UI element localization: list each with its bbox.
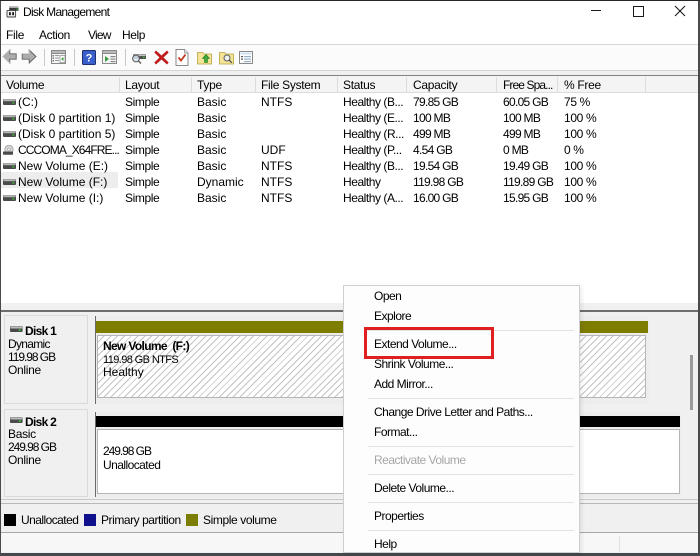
svg-text:?: ? [86, 53, 93, 65]
